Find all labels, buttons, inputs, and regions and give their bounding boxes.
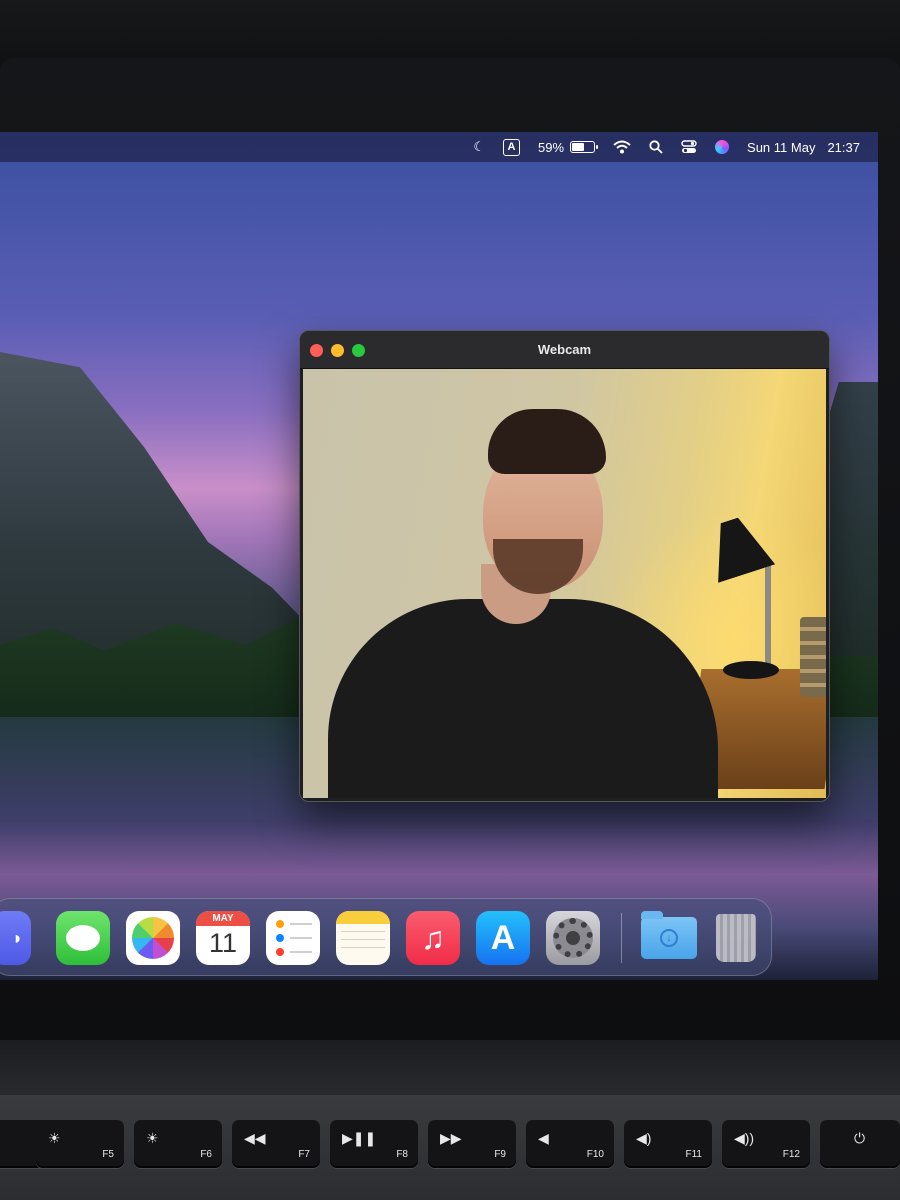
key-f7[interactable]: ◀◀ F7 xyxy=(232,1120,320,1168)
jars xyxy=(800,617,826,697)
gear-icon xyxy=(553,918,593,958)
menu-bar-time: 21:37 xyxy=(827,139,860,155)
key-label: F12 xyxy=(782,1149,800,1160)
messages-icon[interactable] xyxy=(56,911,110,965)
trash-can-shape xyxy=(716,914,756,962)
wifi-icon[interactable] xyxy=(613,140,631,154)
reminder-dot xyxy=(276,948,284,956)
input-source-icon[interactable]: A xyxy=(503,138,520,156)
notes-line xyxy=(341,947,385,948)
key-label: F8 xyxy=(396,1149,408,1160)
notes-line xyxy=(341,931,385,932)
trash-icon[interactable] xyxy=(709,911,763,965)
key-label: F10 xyxy=(586,1149,604,1160)
dock-separator xyxy=(621,913,622,963)
menu-bar: ☾ A 59% Sun 11 May 21:37 xyxy=(0,132,878,162)
key-f12[interactable]: ◀)) F12 xyxy=(722,1120,810,1168)
window-titlebar[interactable]: Webcam xyxy=(300,331,829,369)
volume-up-icon: ◀)) xyxy=(734,1130,755,1146)
key-label: F7 xyxy=(298,1149,310,1160)
battery-icon xyxy=(570,141,599,153)
lamp-base xyxy=(723,661,779,679)
key-label: F9 xyxy=(494,1149,506,1160)
webcam-window[interactable]: Webcam xyxy=(299,330,830,802)
menu-bar-date: Sun 11 May xyxy=(747,139,816,155)
battery-status[interactable]: 59% xyxy=(538,139,599,155)
photos-flower-icon xyxy=(132,917,174,959)
search-icon[interactable] xyxy=(649,140,663,154)
mute-icon: ◀ xyxy=(538,1130,549,1146)
laptop-hinge xyxy=(0,1040,900,1100)
dock-app-partial[interactable]: ◗ xyxy=(0,911,31,965)
play-pause-icon: ▶❚❚ xyxy=(342,1130,377,1146)
notes-header-strip xyxy=(336,911,390,924)
notes-icon[interactable] xyxy=(336,911,390,965)
key-f10[interactable]: ◀ F10 xyxy=(526,1120,614,1168)
key-f9[interactable]: ▶▶ F9 xyxy=(428,1120,516,1168)
volume-down-icon: ◀) xyxy=(636,1130,652,1146)
downloads-folder-icon[interactable]: ↓ xyxy=(639,911,699,965)
person-hair xyxy=(488,409,606,474)
key-f6[interactable]: ☀ F6 xyxy=(134,1120,222,1168)
dock: ◗ MAY 11 ♫ A ↓ xyxy=(0,898,772,976)
siri-icon[interactable] xyxy=(715,140,730,154)
key-f8[interactable]: ▶❚❚ F8 xyxy=(330,1120,418,1168)
reminder-row xyxy=(276,920,312,928)
reminder-row xyxy=(276,934,312,942)
battery-fill xyxy=(572,143,585,151)
window-title: Webcam xyxy=(537,342,592,357)
battery-percent: 59% xyxy=(538,139,565,155)
settings-icon[interactable] xyxy=(546,911,600,965)
reminder-dot xyxy=(276,920,284,928)
desktop-screen: ☾ A 59% Sun 11 May 21:37 Webcam ◗ MAY 11… xyxy=(0,132,878,980)
moon-icon[interactable]: ☾ xyxy=(473,139,485,155)
key-label: F11 xyxy=(685,1149,703,1160)
calendar-day: 11 xyxy=(208,928,238,958)
menu-bar-clock[interactable]: Sun 11 May 21:37 xyxy=(747,140,860,155)
reminder-line xyxy=(290,923,312,925)
reminder-line xyxy=(290,951,312,953)
reminder-row xyxy=(276,948,312,956)
reminder-line xyxy=(290,937,312,939)
webcam-feed xyxy=(303,369,826,798)
reminder-dot xyxy=(276,934,284,942)
key-f11[interactable]: ◀) F11 xyxy=(624,1120,712,1168)
folder-shape: ↓ xyxy=(641,911,697,959)
power-icon: ⏻ xyxy=(854,1130,866,1146)
key-label: F5 xyxy=(102,1149,114,1160)
calendar-month: MAY xyxy=(196,911,250,926)
key-f5-b[interactable]: ☀ F5 xyxy=(36,1120,124,1168)
keyboard-backlight-up-icon: ☀ xyxy=(146,1130,159,1146)
control-center-icon[interactable] xyxy=(681,140,697,154)
message-bubble-icon xyxy=(66,925,100,951)
gear-core xyxy=(566,931,580,945)
download-arrow-icon: ↓ xyxy=(660,929,678,947)
music-icon[interactable]: ♫ xyxy=(406,911,460,965)
notes-line xyxy=(341,939,385,940)
app-store-icon[interactable]: A xyxy=(476,911,530,965)
power-key[interactable]: ⏻ xyxy=(820,1120,900,1168)
keyboard-backlight-icon: ☀ xyxy=(48,1130,61,1146)
input-source-label: A xyxy=(503,138,520,156)
reminders-icon[interactable] xyxy=(266,911,320,965)
fast-forward-icon: ▶▶ xyxy=(440,1130,462,1146)
lamp-arm xyxy=(765,564,771,664)
key-label: F6 xyxy=(200,1149,212,1160)
rewind-icon: ◀◀ xyxy=(244,1130,266,1146)
siri-orb xyxy=(715,140,730,154)
calendar-icon[interactable]: MAY 11 xyxy=(196,911,250,965)
photos-icon[interactable] xyxy=(126,911,180,965)
